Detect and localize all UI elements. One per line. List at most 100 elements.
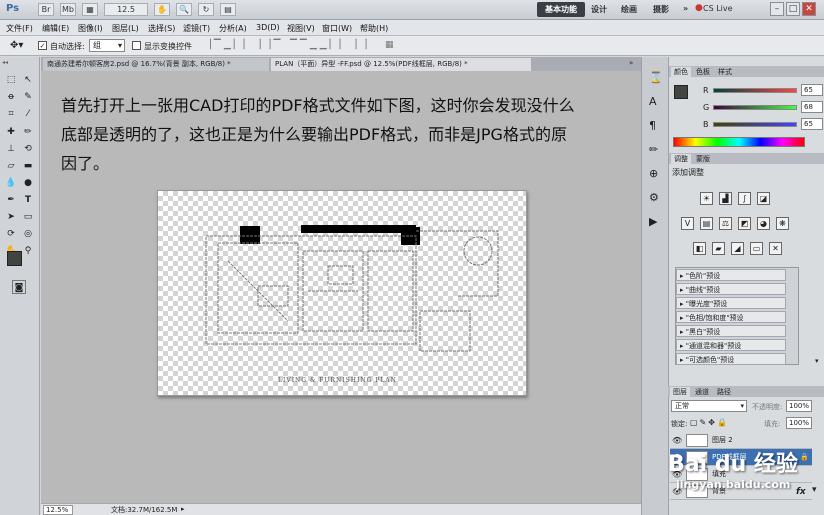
blur-tool-icon[interactable]: 💧: [4, 176, 18, 190]
tab-adjustments[interactable]: 调整: [671, 154, 691, 164]
dodge-tool-icon[interactable]: ●: [21, 176, 35, 190]
blend-mode-select[interactable]: 正常 ▾: [671, 400, 747, 412]
quick-mask-icon[interactable]: ◙: [12, 280, 26, 294]
auto-align-icon[interactable]: ▦: [385, 40, 394, 50]
photo-filter-icon[interactable]: ◕: [757, 217, 770, 230]
preset-selective-color[interactable]: ▸ "可选颜色"预设: [676, 353, 786, 365]
red-value[interactable]: 65: [801, 84, 823, 96]
zoom-tool-icon[interactable]: 🔍: [176, 3, 192, 16]
channel-mixer-icon[interactable]: ❋: [776, 217, 789, 230]
hue-saturation-icon[interactable]: ▤: [700, 217, 713, 230]
bridge-button[interactable]: Br: [38, 3, 54, 16]
3d-rotate-icon[interactable]: ⟳: [4, 227, 18, 241]
zoom-level-select[interactable]: 12.5: [104, 3, 148, 16]
brush-tool-icon[interactable]: ✏: [21, 125, 35, 139]
mini-bridge-button[interactable]: Mb: [60, 3, 76, 16]
pen-tool-icon[interactable]: ✒: [4, 193, 18, 207]
tab-layers[interactable]: 图层: [670, 387, 690, 397]
preset-black-white[interactable]: ▸ "黑白"预设: [676, 325, 786, 337]
blue-slider[interactable]: [713, 122, 797, 127]
marquee-tool-icon[interactable]: ⬚: [4, 73, 18, 87]
zoom-tool-icon[interactable]: ⚲: [21, 244, 35, 258]
workspace-painting-button[interactable]: 绘画: [621, 4, 637, 15]
clone-stamp-icon[interactable]: ⊥: [4, 142, 18, 156]
preset-curves[interactable]: ▸ "曲线"预设: [676, 283, 786, 295]
tab-styles[interactable]: 样式: [715, 67, 735, 77]
view-extras-icon[interactable]: ▦: [82, 3, 98, 16]
blue-value[interactable]: 65: [801, 118, 823, 130]
tool-presets-icon[interactable]: ⚙: [649, 191, 659, 204]
close-button[interactable]: ✕: [802, 2, 816, 16]
vibrance-icon[interactable]: V: [681, 217, 694, 230]
arrange-documents-icon[interactable]: ▤: [220, 3, 236, 16]
crop-tool-icon[interactable]: ⌗: [4, 107, 18, 121]
menu-image[interactable]: 图像(I): [78, 23, 103, 34]
move-tool-icon[interactable]: ↖: [21, 73, 35, 87]
distribute-icons[interactable]: ▔▔▁▁▏▏▕▕: [290, 40, 369, 50]
preset-levels[interactable]: ▸ "色阶"预设: [676, 269, 786, 281]
preset-exposure[interactable]: ▸ "曝光度"预设: [676, 297, 786, 309]
foreground-color-swatch[interactable]: [7, 251, 22, 266]
workspace-design-button[interactable]: 设计: [591, 4, 607, 15]
green-slider[interactable]: [713, 105, 797, 110]
menu-view[interactable]: 视图(V): [287, 23, 315, 34]
document-canvas[interactable]: LIVING & FURNISHING PLAN: [157, 190, 527, 396]
preset-hue-saturation[interactable]: ▸ "色相/饱和度"预设: [676, 311, 786, 323]
tab-masks[interactable]: 蒙版: [693, 154, 713, 164]
history-panel-icon[interactable]: ⌛: [649, 71, 663, 84]
shape-tool-icon[interactable]: ▭: [21, 210, 35, 224]
status-menu-icon[interactable]: ▸: [181, 505, 185, 513]
fx-icon[interactable]: fx: [796, 487, 806, 497]
eyedropper-icon[interactable]: ⁄: [21, 107, 35, 121]
zoom-field[interactable]: 12.5%: [43, 505, 73, 515]
posterize-icon[interactable]: ▰: [712, 242, 725, 255]
tab-document-1[interactable]: 南通苏建希尔顿客房2.psd @ 16.7%(背景 副本, RGB/8) *: [43, 58, 269, 71]
black-white-icon[interactable]: ◩: [738, 217, 751, 230]
gradient-icon[interactable]: ▬: [21, 159, 35, 173]
quick-select-icon[interactable]: ✎: [21, 90, 35, 104]
tab-document-2[interactable]: PLAN（平面）异型 -FF.psd @ 12.5%(PDF线框层, RGB/8…: [271, 58, 531, 71]
healing-brush-icon[interactable]: ✚: [4, 125, 18, 139]
tab-paths[interactable]: 路径: [714, 387, 734, 397]
panel-scroll-icon[interactable]: ▾: [812, 485, 817, 495]
lock-icons[interactable]: ▢✎✥🔒: [690, 418, 729, 427]
tabs-overflow-icon[interactable]: »: [629, 59, 633, 67]
lasso-tool-icon[interactable]: ꝋ: [4, 90, 18, 104]
menu-file[interactable]: 文件(F): [6, 23, 33, 34]
eraser-icon[interactable]: ▱: [4, 159, 18, 173]
actions-panel-icon[interactable]: ▶: [649, 215, 657, 228]
3d-orbit-icon[interactable]: ◎: [21, 227, 35, 241]
tab-color[interactable]: 颜色: [671, 67, 691, 77]
show-transform-checkbox[interactable]: [132, 41, 141, 50]
path-select-icon[interactable]: ➤: [4, 210, 18, 224]
cs-live-button[interactable]: CS Live: [703, 4, 733, 13]
menu-help[interactable]: 帮助(H): [360, 23, 388, 34]
threshold-icon[interactable]: ◢: [731, 242, 744, 255]
hand-tool-icon[interactable]: ✋: [154, 3, 170, 16]
invert-icon[interactable]: ◧: [693, 242, 706, 255]
curves-icon[interactable]: ∫: [738, 192, 751, 205]
menu-edit[interactable]: 编辑(E): [42, 23, 69, 34]
auto-select-checkbox[interactable]: ✓: [38, 41, 47, 50]
opacity-field[interactable]: 100%: [786, 400, 812, 412]
rotate-view-icon[interactable]: ↻: [198, 3, 214, 16]
maximize-button[interactable]: □: [786, 2, 800, 16]
auto-select-dropdown[interactable]: 组 ▾: [89, 39, 125, 52]
color-balance-icon[interactable]: ⚖: [719, 217, 732, 230]
brightness-icon[interactable]: ☀: [700, 192, 713, 205]
preset-channel-mixer[interactable]: ▸ "通道混和器"预设: [676, 339, 786, 351]
color-fg-swatch[interactable]: [674, 85, 688, 99]
levels-icon[interactable]: ▟: [719, 192, 732, 205]
menu-select[interactable]: 选择(S): [148, 23, 175, 34]
paragraph-panel-icon[interactable]: ¶: [649, 119, 656, 132]
menu-filter[interactable]: 滤镜(T): [183, 23, 210, 34]
tab-channels[interactable]: 通道: [692, 387, 712, 397]
fill-field[interactable]: 100%: [786, 417, 812, 429]
red-slider[interactable]: [713, 88, 797, 93]
more-workspaces-button[interactable]: »: [683, 4, 688, 13]
workspace-essentials-button[interactable]: 基本功能: [537, 2, 585, 17]
tab-swatches[interactable]: 色板: [693, 67, 713, 77]
minimize-button[interactable]: –: [770, 2, 784, 16]
move-tool-icon[interactable]: ✥▾: [10, 40, 23, 51]
green-value[interactable]: 68: [801, 101, 823, 113]
